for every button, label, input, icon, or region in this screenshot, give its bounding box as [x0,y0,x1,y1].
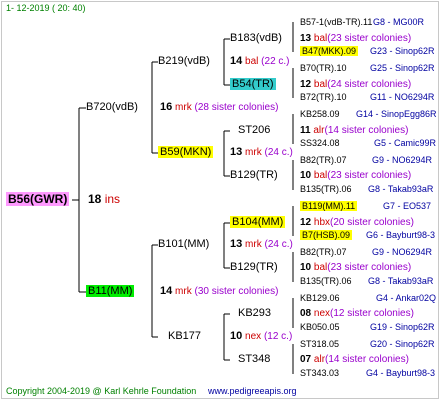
gen4-code: G9 - NO6294R [372,155,433,165]
gen4-code: G8 - Takab93aR [368,276,434,286]
gen4-row[interactable]: B135(TR).06 [300,183,352,196]
gen1-node[interactable]: B720(vdB) [86,101,138,114]
gen4-row[interactable]: B82(TR).07 [300,154,347,167]
gen3-node[interactable]: ST206 [238,124,270,137]
gen2-info: 10 nex (12 c.) [230,330,293,342]
gen4-row[interactable]: B82(TR).07 [300,246,347,259]
gen2-info: 14 bal (22 c.) [230,55,290,67]
gen2-node[interactable]: B101(MM) [158,238,209,251]
gen4-code: G14 - SinopEgg86R [356,109,437,119]
gen3-info: 13 bal(23 sister colonies) [300,33,412,44]
root-gen-mark: ins [104,192,121,206]
gen4-code: G25 - Sinop62R [370,63,435,73]
gen4-row[interactable]: B57-1(vdB-TR).11 [300,16,372,29]
gen4-code: G11 - NO6294R [370,92,435,102]
gen3-info: 12 bal(24 sister colonies) [300,79,412,90]
gen4-code: G19 - Sinop62R [370,322,435,332]
gen3-info: 10 bal(23 sister colonies) [300,262,412,273]
root-gen-num: 18 [88,192,102,206]
gen3-node[interactable]: B183(vdB) [230,32,282,45]
gen1-info: 14 mrk (30 sister colonies) [160,285,279,297]
gen4-code: G8 - MG00R [373,17,425,27]
header-date: 1- 12-2019 ( 20: 40) [6,3,86,13]
gen2-node[interactable]: KB177 [168,330,201,343]
gen4-code: G8 - Takab93aR [368,184,434,194]
gen4-row[interactable]: B47(MKK).09 [300,45,359,58]
gen4-row[interactable]: B135(TR).06 [300,275,352,288]
gen4-code: G4 - Bayburt98-3 [366,368,436,378]
gen3-node[interactable]: B129(TR) [230,169,278,182]
gen2-info: 13 mrk (24 c.) [230,146,293,158]
gen4-code: G4 - Ankar02Q [376,293,437,303]
root-generation: 18 ins [88,193,120,206]
gen4-code: G6 - Bayburt98-3 [366,230,436,240]
gen1-node[interactable]: B11(MM) [86,285,135,298]
gen4-row[interactable]: KB129.06 [300,292,340,305]
root-node[interactable]: B56(GWR) [6,192,70,206]
root-id: B56(GWR) [6,192,70,206]
gen4-code: G20 - Sinop62R [370,339,435,349]
gen4-row[interactable]: B72(TR).10 [300,91,347,104]
footer-website-link[interactable]: www.pedigreeapis.org [208,385,297,398]
gen4-row[interactable]: ST318.05 [300,338,339,351]
gen4-row[interactable]: ST343.03 [300,367,339,380]
gen1-info: 16 mrk (28 sister colonies) [160,101,279,113]
gen4-row[interactable]: KB258.09 [300,108,340,121]
gen3-node[interactable]: KB293 [238,307,271,320]
gen3-info: 12 hbx(20 sister colonies) [300,217,414,228]
gen4-row[interactable]: SS324.08 [300,137,340,150]
gen3-info: 08 nex(12 sister colonies) [300,308,414,319]
gen3-node[interactable]: B104(MM) [230,216,286,229]
gen3-info: 10 bal(23 sister colonies) [300,170,412,181]
gen3-node[interactable]: ST348 [238,353,270,366]
footer-copyright: Copyright 2004-2019 @ Karl Kehrle Founda… [6,386,197,396]
gen2-info: 13 mrk (24 c.) [230,238,293,250]
gen4-code: G5 - Camic99R [374,138,437,148]
gen4-code: G7 - EO537 [383,201,432,211]
gen4-row[interactable]: B70(TR).10 [300,62,347,75]
gen3-node[interactable]: B54(TR) [230,78,276,91]
gen3-info: 07 alr(14 sister colonies) [300,354,409,365]
gen3-info: 11 alr(14 sister colonies) [300,125,409,136]
gen4-code: G23 - Sinop62R [370,46,435,56]
gen3-node[interactable]: B129(TR) [230,261,278,274]
gen4-code: G9 - NO6294R [372,247,433,257]
gen2-node[interactable]: B219(vdB) [158,55,210,68]
gen4-row[interactable]: B7(HSB).09 [300,229,353,242]
gen2-node[interactable]: B59(MKN) [158,146,214,159]
gen4-row[interactable]: KB050.05 [300,321,340,334]
gen4-row[interactable]: B119(MM).11 [300,200,358,213]
